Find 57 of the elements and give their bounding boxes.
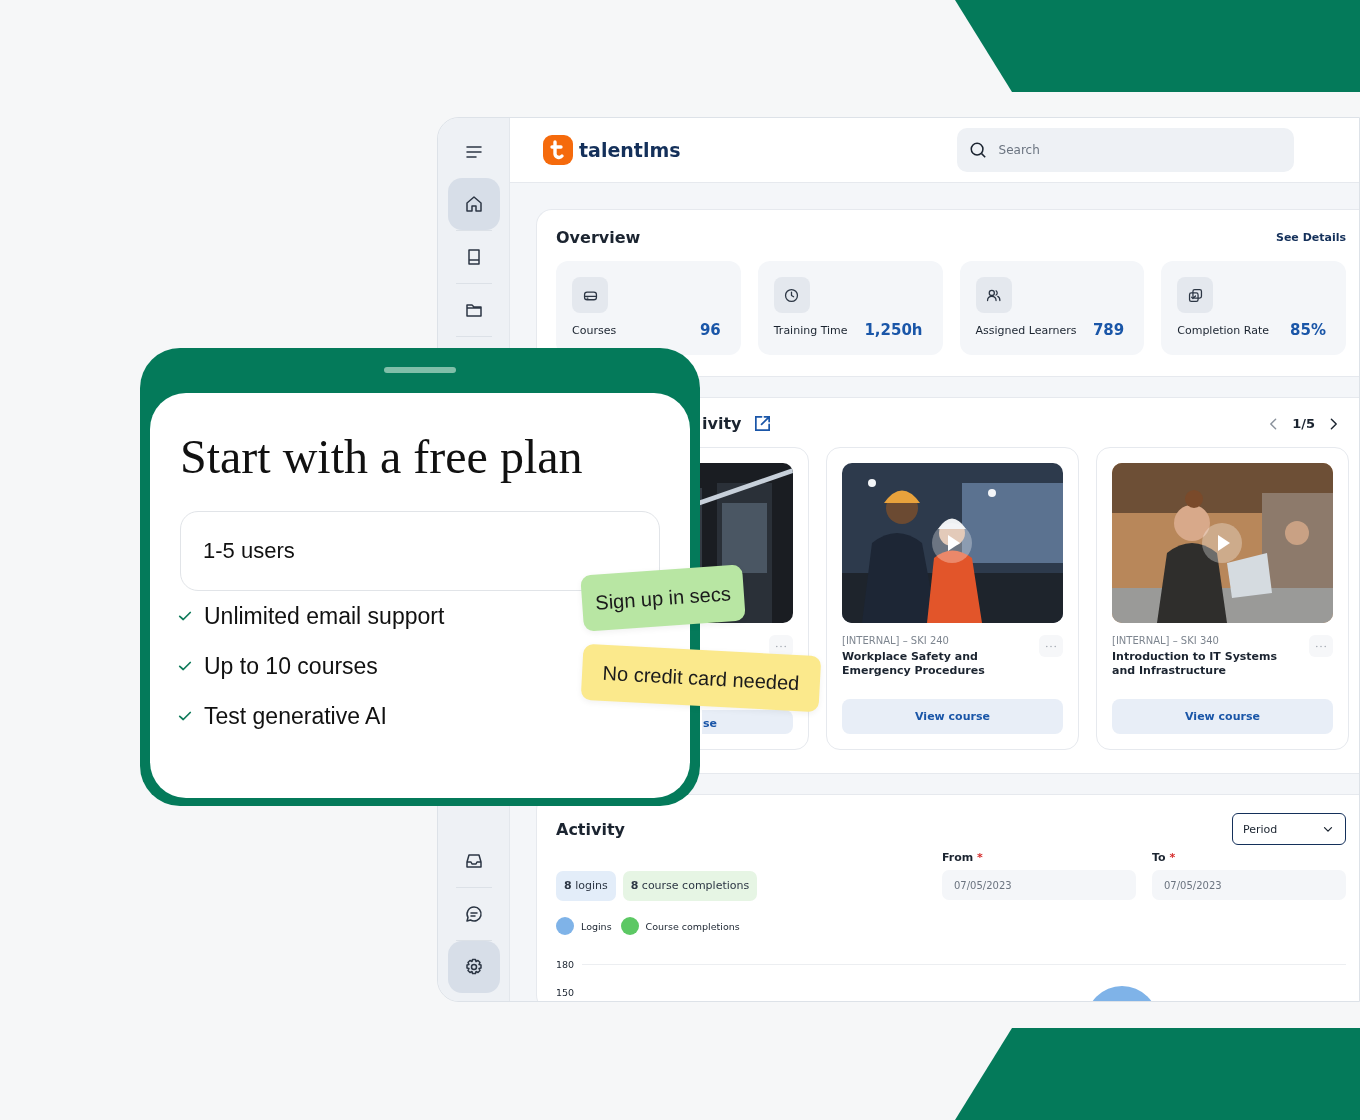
sidebar-item[interactable] <box>447 941 500 993</box>
course-title: Workplace Safety and Emergency Procedures <box>842 650 986 679</box>
page-indicator: 1/5 <box>1292 416 1315 431</box>
count-badge: 8 logins <box>556 871 616 901</box>
more-icon <box>1314 643 1328 649</box>
stat-value: 1,250h <box>864 321 923 339</box>
more-icon <box>774 643 788 649</box>
more-icon <box>1044 643 1058 649</box>
feature-text: Test generative AI <box>204 702 387 730</box>
section-title: ivity <box>702 414 742 433</box>
search-input[interactable]: Search <box>996 142 1251 158</box>
feature-text: Unlimited email support <box>204 602 445 630</box>
stat-label: Assigned Learners <box>975 323 1077 337</box>
home-icon <box>463 194 484 214</box>
axis-label: 180 <box>556 958 575 970</box>
axis-label: 150 <box>556 986 575 998</box>
date-field[interactable]: 07/05/2023 <box>942 870 1136 900</box>
stat-label: Training Time <box>773 323 848 337</box>
legend-label: Course completions <box>645 920 740 932</box>
search-field[interactable]: Search <box>956 128 1294 172</box>
stat-label: Completion Rate <box>1177 323 1269 337</box>
period-dropdown[interactable]: Period <box>1232 813 1346 845</box>
search-icon <box>968 141 987 159</box>
check-icon <box>178 659 192 673</box>
legend-label: Logins <box>581 920 612 932</box>
field-label: To * <box>1152 851 1177 864</box>
stat-value: 789 <box>1092 321 1125 339</box>
drag-handle <box>384 367 456 373</box>
clock-icon <box>783 286 801 304</box>
check-icon <box>178 709 192 723</box>
course-code: [INTERNAL] – SKI 340 <box>1112 635 1220 646</box>
view-course-button[interactable]: View course <box>842 699 1063 734</box>
course-code: [INTERNAL] – SKI 240 <box>842 635 950 646</box>
external-link-icon[interactable] <box>753 414 773 433</box>
logo-icon <box>543 135 573 165</box>
view-course-button[interactable]: se <box>702 710 793 734</box>
feature-text: Up to 10 courses <box>204 652 378 680</box>
date-field[interactable]: 07/05/2023 <box>1152 870 1346 900</box>
copy-check-icon <box>1186 286 1204 304</box>
section-title: Overview <box>556 228 641 247</box>
inbox-icon <box>463 851 484 871</box>
play-icon[interactable] <box>1202 523 1242 563</box>
view-course-button[interactable]: View course <box>1112 699 1333 734</box>
sidebar-item[interactable] <box>447 178 500 230</box>
see-details-link[interactable]: See Details <box>1275 231 1346 244</box>
field-label: From * <box>942 851 984 864</box>
check-icon <box>178 609 192 623</box>
chat-icon <box>463 904 484 924</box>
count-badge: 8 course completions <box>622 871 758 901</box>
settings-icon <box>463 957 484 977</box>
course-title: Introduction to IT Systems and Infrastructure <box>1112 650 1279 679</box>
logo-text: talentlms <box>579 139 681 161</box>
promo-title: Start with a free plan <box>180 429 584 485</box>
stat-label: Courses <box>572 323 617 337</box>
stat-value: 85% <box>1290 321 1326 339</box>
stat-value: 96 <box>699 321 721 339</box>
section-title: Activity <box>556 819 625 839</box>
